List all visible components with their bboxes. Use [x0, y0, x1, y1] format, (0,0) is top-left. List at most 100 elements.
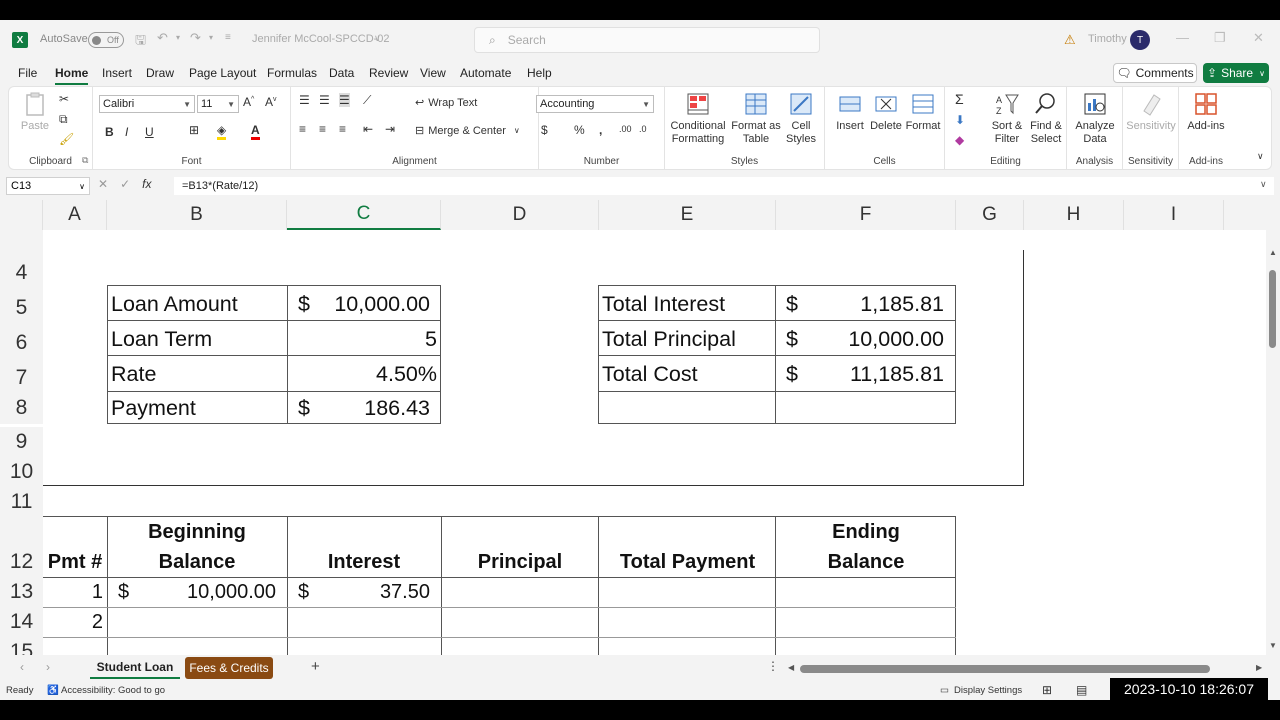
scroll-right-icon[interactable]: ▶	[1256, 663, 1262, 672]
loan-term-label[interactable]: Loan Term	[111, 323, 212, 355]
total-interest-label[interactable]: Total Interest	[602, 288, 725, 320]
row-header-12[interactable]: 12	[0, 547, 43, 577]
collapse-ribbon-icon[interactable]: ∨	[1257, 151, 1264, 162]
borders-icon[interactable]: ⊞	[189, 123, 199, 137]
rate-value[interactable]: 4.50%	[287, 358, 437, 390]
tab-help[interactable]: Help	[527, 66, 552, 80]
find-select-button[interactable]: Find & Select	[1027, 91, 1065, 146]
header-ending-2[interactable]: Balance	[776, 547, 956, 577]
file-name[interactable]: Jennifer McCool-SPCCD-02	[252, 33, 390, 45]
scroll-down-icon[interactable]: ▼	[1269, 641, 1277, 650]
bold-icon[interactable]: B	[105, 125, 114, 139]
clear-icon[interactable]: ◆	[955, 133, 964, 147]
save-icon[interactable]: 🖫	[135, 31, 146, 53]
avatar[interactable]: T	[1130, 30, 1150, 50]
tab-home[interactable]: Home	[55, 66, 89, 85]
display-settings[interactable]: Display Settings	[954, 685, 1022, 696]
column-header-c[interactable]: C	[287, 200, 441, 230]
header-pmt[interactable]: Pmt #	[43, 547, 107, 577]
tab-page-layout[interactable]: Page Layout	[189, 66, 256, 80]
column-header-a[interactable]: A	[43, 200, 107, 230]
row-header-13[interactable]: 13	[0, 577, 43, 607]
number-format-select[interactable]: Accounting ▼	[536, 95, 654, 113]
align-center-icon[interactable]: ≡	[319, 122, 326, 136]
align-middle-icon[interactable]: ☰	[319, 93, 330, 107]
tab-split-icon[interactable]: ⋮	[767, 659, 779, 673]
insert-function-icon[interactable]: fx	[142, 177, 151, 191]
vertical-scrollbar[interactable]: ▲ ▼	[1266, 200, 1280, 655]
align-top-icon[interactable]: ☰	[299, 93, 310, 107]
expand-formula-icon[interactable]: ∨	[1260, 179, 1267, 190]
column-header-i[interactable]: I	[1124, 200, 1224, 230]
rate-label[interactable]: Rate	[111, 358, 156, 390]
column-header-f[interactable]: F	[776, 200, 956, 230]
clipboard-launcher-icon[interactable]: ⧉	[82, 155, 88, 166]
align-left-icon[interactable]: ≡	[299, 122, 306, 136]
header-total-payment[interactable]: Total Payment	[599, 547, 776, 577]
conditional-formatting-button[interactable]: Conditional Formatting	[667, 91, 729, 146]
horizontal-scroll-thumb[interactable]	[800, 665, 1210, 673]
total-cost-label[interactable]: Total Cost	[602, 358, 698, 390]
ending-balance-1[interactable]	[776, 577, 956, 607]
close-icon[interactable]: ✕	[1253, 30, 1264, 46]
accounting-format-icon[interactable]: $	[541, 123, 548, 137]
tab-formulas[interactable]: Formulas	[267, 66, 317, 80]
pmt-2[interactable]: 2	[43, 607, 103, 637]
row-header-8[interactable]: 8	[0, 392, 43, 424]
format-cells-button[interactable]: Format	[905, 91, 941, 133]
row-header-11[interactable]: 11	[0, 487, 43, 517]
addins-button[interactable]: Add-ins	[1183, 91, 1229, 133]
align-bottom-icon[interactable]: ☰	[339, 93, 350, 107]
comments-button[interactable]: 🗨 Comments	[1113, 63, 1197, 83]
loan-term-value[interactable]: 5	[287, 323, 437, 355]
header-ending-1[interactable]: Ending	[776, 517, 956, 547]
vertical-scroll-thumb[interactable]	[1269, 270, 1276, 348]
autosave-toggle[interactable]: Off	[88, 32, 124, 48]
delete-cells-button[interactable]: Delete	[869, 91, 903, 133]
row-header-15[interactable]: 15	[0, 637, 43, 655]
row-header-10[interactable]: 10	[0, 457, 43, 487]
header-interest[interactable]: Interest	[287, 547, 441, 577]
minimize-icon[interactable]: —	[1176, 30, 1189, 45]
total-payment-1[interactable]	[599, 577, 776, 607]
row-header-14[interactable]: 14	[0, 607, 43, 637]
enter-icon[interactable]: ✓	[120, 177, 130, 191]
total-interest-value[interactable]: 1,185.81	[776, 288, 944, 320]
total-cost-value[interactable]: 11,185.81	[776, 358, 944, 390]
format-painter-icon[interactable]: 🖌	[59, 132, 74, 146]
column-header-h[interactable]: H	[1024, 200, 1124, 230]
add-sheet-icon[interactable]: +	[311, 658, 320, 675]
header-beginning-2[interactable]: Balance	[107, 547, 287, 577]
decrease-decimal-icon[interactable]: .0	[639, 124, 647, 134]
fill-color-icon[interactable]: ◈	[217, 123, 227, 140]
row-header-4[interactable]: 4	[0, 255, 43, 290]
decrease-indent-icon[interactable]: ⇤	[363, 122, 373, 136]
undo-dropdown-icon[interactable]: ▾	[176, 33, 180, 42]
format-as-table-button[interactable]: Format as Table	[731, 91, 781, 146]
worksheet-grid[interactable]: A B C D E F G H I 4 5 6 7 8 9 10 11 12 1…	[0, 200, 1266, 655]
tab-insert[interactable]: Insert	[102, 66, 132, 80]
align-right-icon[interactable]: ≡	[339, 122, 346, 136]
fill-icon[interactable]: ⬇	[955, 113, 965, 127]
cut-icon[interactable]: ✂	[59, 92, 69, 106]
column-header-b[interactable]: B	[107, 200, 287, 230]
italic-icon[interactable]: I	[125, 125, 128, 139]
comma-style-icon[interactable]: ,	[599, 123, 602, 137]
insert-cells-button[interactable]: Insert	[833, 91, 867, 133]
tab-draw[interactable]: Draw	[146, 66, 174, 80]
analyze-data-button[interactable]: Analyze Data	[1073, 91, 1117, 146]
merge-center-button[interactable]: ⊟ Merge & Center ∨	[415, 124, 520, 138]
column-header-e[interactable]: E	[599, 200, 776, 230]
header-principal[interactable]: Principal	[441, 547, 599, 577]
next-sheet-icon[interactable]: ›	[46, 660, 50, 674]
page-layout-view-icon[interactable]: ▤	[1076, 683, 1087, 697]
font-name-select[interactable]: Calibri ▼	[99, 95, 195, 113]
loan-amount-label[interactable]: Loan Amount	[111, 288, 238, 320]
header-beginning-1[interactable]: Beginning	[107, 517, 287, 547]
total-principal-value[interactable]: 10,000.00	[776, 323, 944, 355]
redo-icon[interactable]: ↷	[190, 30, 201, 46]
horizontal-scrollbar[interactable]: ◀ ▶	[788, 663, 1262, 673]
payment-value[interactable]: 186.43	[287, 392, 430, 424]
sheet-tab-fees-credits[interactable]: Fees & Credits	[185, 657, 273, 679]
search-box[interactable]: ⌕ Search	[474, 27, 820, 53]
